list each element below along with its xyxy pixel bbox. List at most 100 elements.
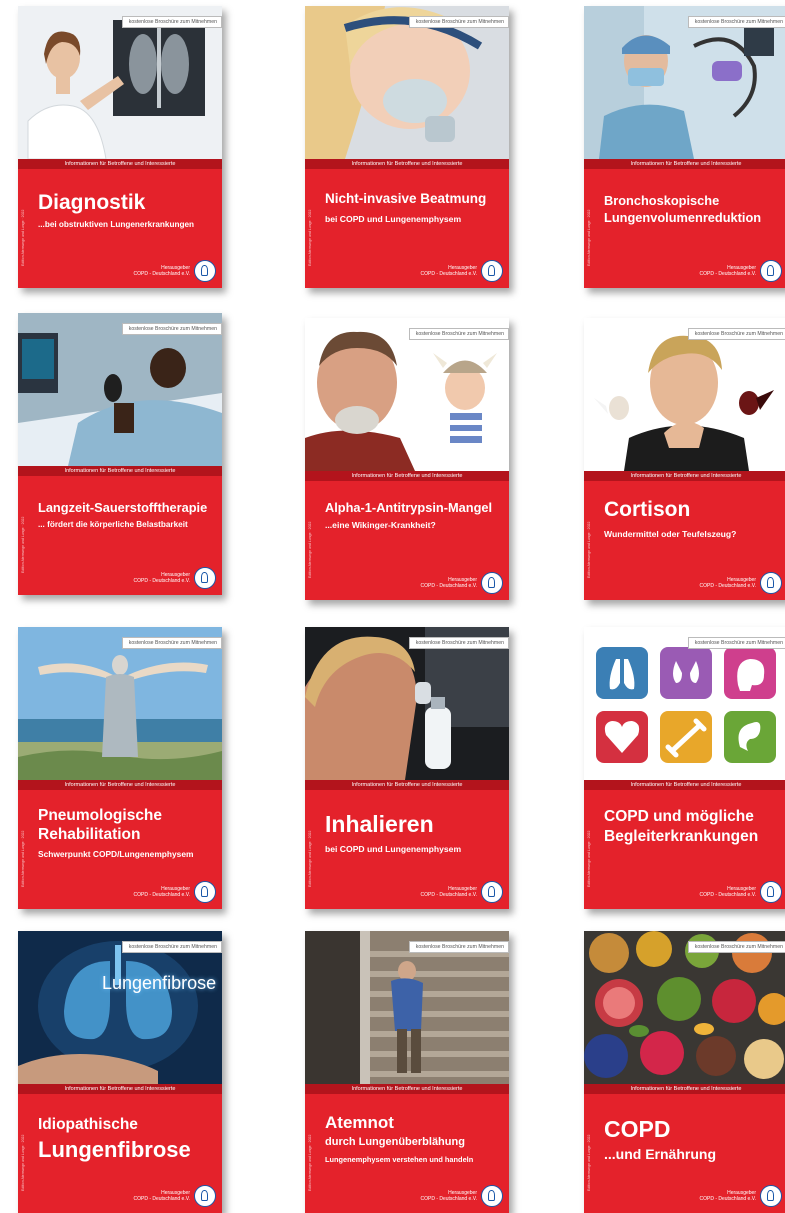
woman-inhaler-photo (305, 627, 509, 780)
woman-beach-photo (18, 627, 222, 780)
copd-logo-icon (481, 572, 503, 594)
free-brochure-badge: kostenlose Broschüre zum Mitnehmen (121, 16, 222, 28)
side-text: Edition Atemwege und Lunge · 2022 (21, 209, 25, 266)
brochure-card-lungenfibrose[interactable]: Lungenfibrose kostenlose Broschüre zum M… (18, 931, 222, 1213)
side-text: Edition Atemwege und Lunge · 2022 (587, 830, 591, 887)
brochure-title: Lungenfibrose (38, 1137, 191, 1162)
brochure-title: Atemnot (325, 1113, 394, 1132)
brochure-card-beatmung[interactable]: kostenlose Broschüre zum Mitnehmen Infor… (305, 6, 509, 288)
copd-logo-icon (194, 1185, 216, 1207)
info-band: Informationen für Betroffene und Interes… (305, 159, 509, 169)
publisher: Herausgeber COPD - Deutschland e.V. (133, 1189, 190, 1203)
copd-logo-icon (760, 260, 782, 282)
publisher: Herausgeber COPD - Deutschland e.V. (133, 885, 190, 899)
copd-logo-icon (481, 1185, 503, 1207)
brochure-title: Pneumologische Rehabilitation (38, 807, 163, 844)
free-brochure-badge: kostenlose Broschüre zum Mitnehmen (687, 941, 785, 953)
brochure-title: Inhalieren (325, 811, 434, 837)
brochure-card-sauerstofftherapie[interactable]: kostenlose Broschüre zum Mitnehmen Infor… (18, 313, 222, 595)
copd-logo-icon (760, 572, 782, 594)
brochure-title: COPD (604, 1116, 671, 1142)
brochure-title: Langzeit-Sauerstofftherapie (38, 500, 208, 515)
free-brochure-badge: kostenlose Broschüre zum Mitnehmen (408, 941, 509, 953)
publisher: Herausgeber COPD - Deutschland e.V. (420, 264, 477, 278)
free-brochure-badge: kostenlose Broschüre zum Mitnehmen (121, 637, 222, 649)
brochure-title: COPD und mögliche Begleiterkrankungen (604, 808, 759, 846)
side-text: Edition Atemwege und Lunge · 2022 (308, 209, 312, 266)
info-band: Informationen für Betroffene und Interes… (584, 159, 785, 169)
publisher: Herausgeber COPD - Deutschland e.V. (133, 571, 190, 585)
brochure-title-small: Idiopathische (38, 1116, 138, 1133)
side-text: Edition Atemwege und Lunge · 2022 (21, 830, 25, 887)
side-text: Edition Atemwege und Lunge · 2022 (308, 830, 312, 887)
free-brochure-badge: kostenlose Broschüre zum Mitnehmen (408, 16, 509, 28)
publisher: Herausgeber COPD - Deutschland e.V. (699, 576, 756, 590)
lungs-hand-photo: Lungenfibrose (18, 931, 222, 1084)
food-bowls-photo (584, 931, 785, 1084)
free-brochure-badge: kostenlose Broschüre zum Mitnehmen (121, 941, 222, 953)
free-brochure-badge: kostenlose Broschüre zum Mitnehmen (408, 328, 509, 340)
info-band: Informationen für Betroffene und Interes… (305, 471, 509, 481)
info-band: Informationen für Betroffene und Interes… (584, 471, 785, 481)
brochure-subtitle: ...und Ernährung (604, 1146, 716, 1162)
brochure-title: Bronchoskopische Lungenvolumenreduktion (604, 193, 762, 226)
man-angel-devil-photo (584, 318, 785, 471)
side-text: Edition Atemwege und Lunge · 2022 (308, 521, 312, 578)
brochure-title: Cortison (604, 498, 691, 521)
brochure-subtitle: bei COPD und Lungenemphysem (325, 844, 462, 854)
side-text: Edition Atemwege und Lunge · 2022 (308, 1134, 312, 1191)
free-brochure-badge: kostenlose Broschüre zum Mitnehmen (121, 323, 222, 335)
brochure-subtitle: ...eine Wikinger-Krankheit? (325, 520, 436, 530)
info-band: Informationen für Betroffene und Interes… (18, 466, 222, 476)
copd-logo-icon (760, 1185, 782, 1207)
info-band: Informationen für Betroffene und Interes… (305, 780, 509, 790)
free-brochure-badge: kostenlose Broschüre zum Mitnehmen (408, 637, 509, 649)
info-band: Informationen für Betroffene und Interes… (584, 1084, 785, 1094)
brochure-card-diagnostik[interactable]: kostenlose Broschüre zum Mitnehmen Infor… (18, 6, 222, 288)
copd-logo-icon (760, 881, 782, 903)
brochure-grid: kostenlose Broschüre zum Mitnehmen Infor… (0, 0, 785, 1213)
man-and-viking-baby-photo (305, 318, 509, 471)
brochure-card-bronchoskopie[interactable]: kostenlose Broschüre zum Mitnehmen Infor… (584, 6, 785, 288)
side-text: Edition Atemwege und Lunge · 2022 (21, 1134, 25, 1191)
side-text: Edition Atemwege und Lunge · 2022 (587, 521, 591, 578)
publisher: Herausgeber COPD - Deutschland e.V. (420, 885, 477, 899)
organ-icons (584, 627, 785, 780)
publisher: Herausgeber COPD - Deutschland e.V. (699, 885, 756, 899)
publisher: Herausgeber COPD - Deutschland e.V. (420, 1189, 477, 1203)
publisher: Herausgeber COPD - Deutschland e.V. (420, 576, 477, 590)
copd-logo-icon (194, 567, 216, 589)
surgeon-bronchoscope-photo (584, 6, 785, 159)
brochure-card-alpha1[interactable]: kostenlose Broschüre zum Mitnehmen Infor… (305, 318, 509, 600)
brochure-title: Diagnostik (38, 191, 146, 214)
publisher: Herausgeber COPD - Deutschland e.V. (699, 1189, 756, 1203)
brochure-title: Alpha-1-Antitrypsin-Mangel (325, 500, 493, 515)
brochure-card-begleiterkrankungen[interactable]: kostenlose Broschüre zum Mitnehmen Infor… (584, 627, 785, 909)
man-stairs-photo (305, 931, 509, 1084)
info-band: Informationen für Betroffene und Interes… (18, 780, 222, 790)
brochure-subtitle-2: Lungenemphysem verstehen und handeln (325, 1155, 474, 1164)
side-text: Edition Atemwege und Lunge · 2022 (587, 209, 591, 266)
brochure-card-atemnot[interactable]: kostenlose Broschüre zum Mitnehmen Infor… (305, 931, 509, 1213)
brochure-subtitle: ...bei obstruktiven Lungenerkrankungen (38, 220, 195, 229)
side-text: Edition Atemwege und Lunge · 2022 (587, 1134, 591, 1191)
copd-logo-icon (481, 260, 503, 282)
brochure-subtitle: Schwerpunkt COPD/Lungenemphysem (38, 849, 194, 859)
copd-logo-icon (481, 881, 503, 903)
info-band: Informationen für Betroffene und Interes… (584, 780, 785, 790)
brochure-subtitle: bei COPD und Lungenemphysem (325, 214, 462, 224)
brochure-card-ernaehrung[interactable]: kostenlose Broschüre zum Mitnehmen Infor… (584, 931, 785, 1213)
brochure-card-rehabilitation[interactable]: kostenlose Broschüre zum Mitnehmen Infor… (18, 627, 222, 909)
free-brochure-badge: kostenlose Broschüre zum Mitnehmen (687, 637, 785, 649)
patient-bed-photo (18, 313, 222, 466)
brochure-card-inhalieren[interactable]: kostenlose Broschüre zum Mitnehmen Infor… (305, 627, 509, 909)
brochure-subtitle: ... fördert die körperliche Belastbarkei… (38, 520, 188, 529)
image-caption: Lungenfibrose (102, 973, 217, 993)
publisher: Herausgeber COPD - Deutschland e.V. (699, 264, 756, 278)
info-band: Informationen für Betroffene und Interes… (18, 1084, 222, 1094)
brochure-title: Nicht-invasive Beatmung (325, 191, 487, 206)
copd-logo-icon (194, 260, 216, 282)
brochure-subtitle: durch Lungenüberblähung (325, 1136, 465, 1148)
brochure-card-cortison[interactable]: kostenlose Broschüre zum Mitnehmen Infor… (584, 318, 785, 600)
info-band: Informationen für Betroffene und Interes… (305, 1084, 509, 1094)
